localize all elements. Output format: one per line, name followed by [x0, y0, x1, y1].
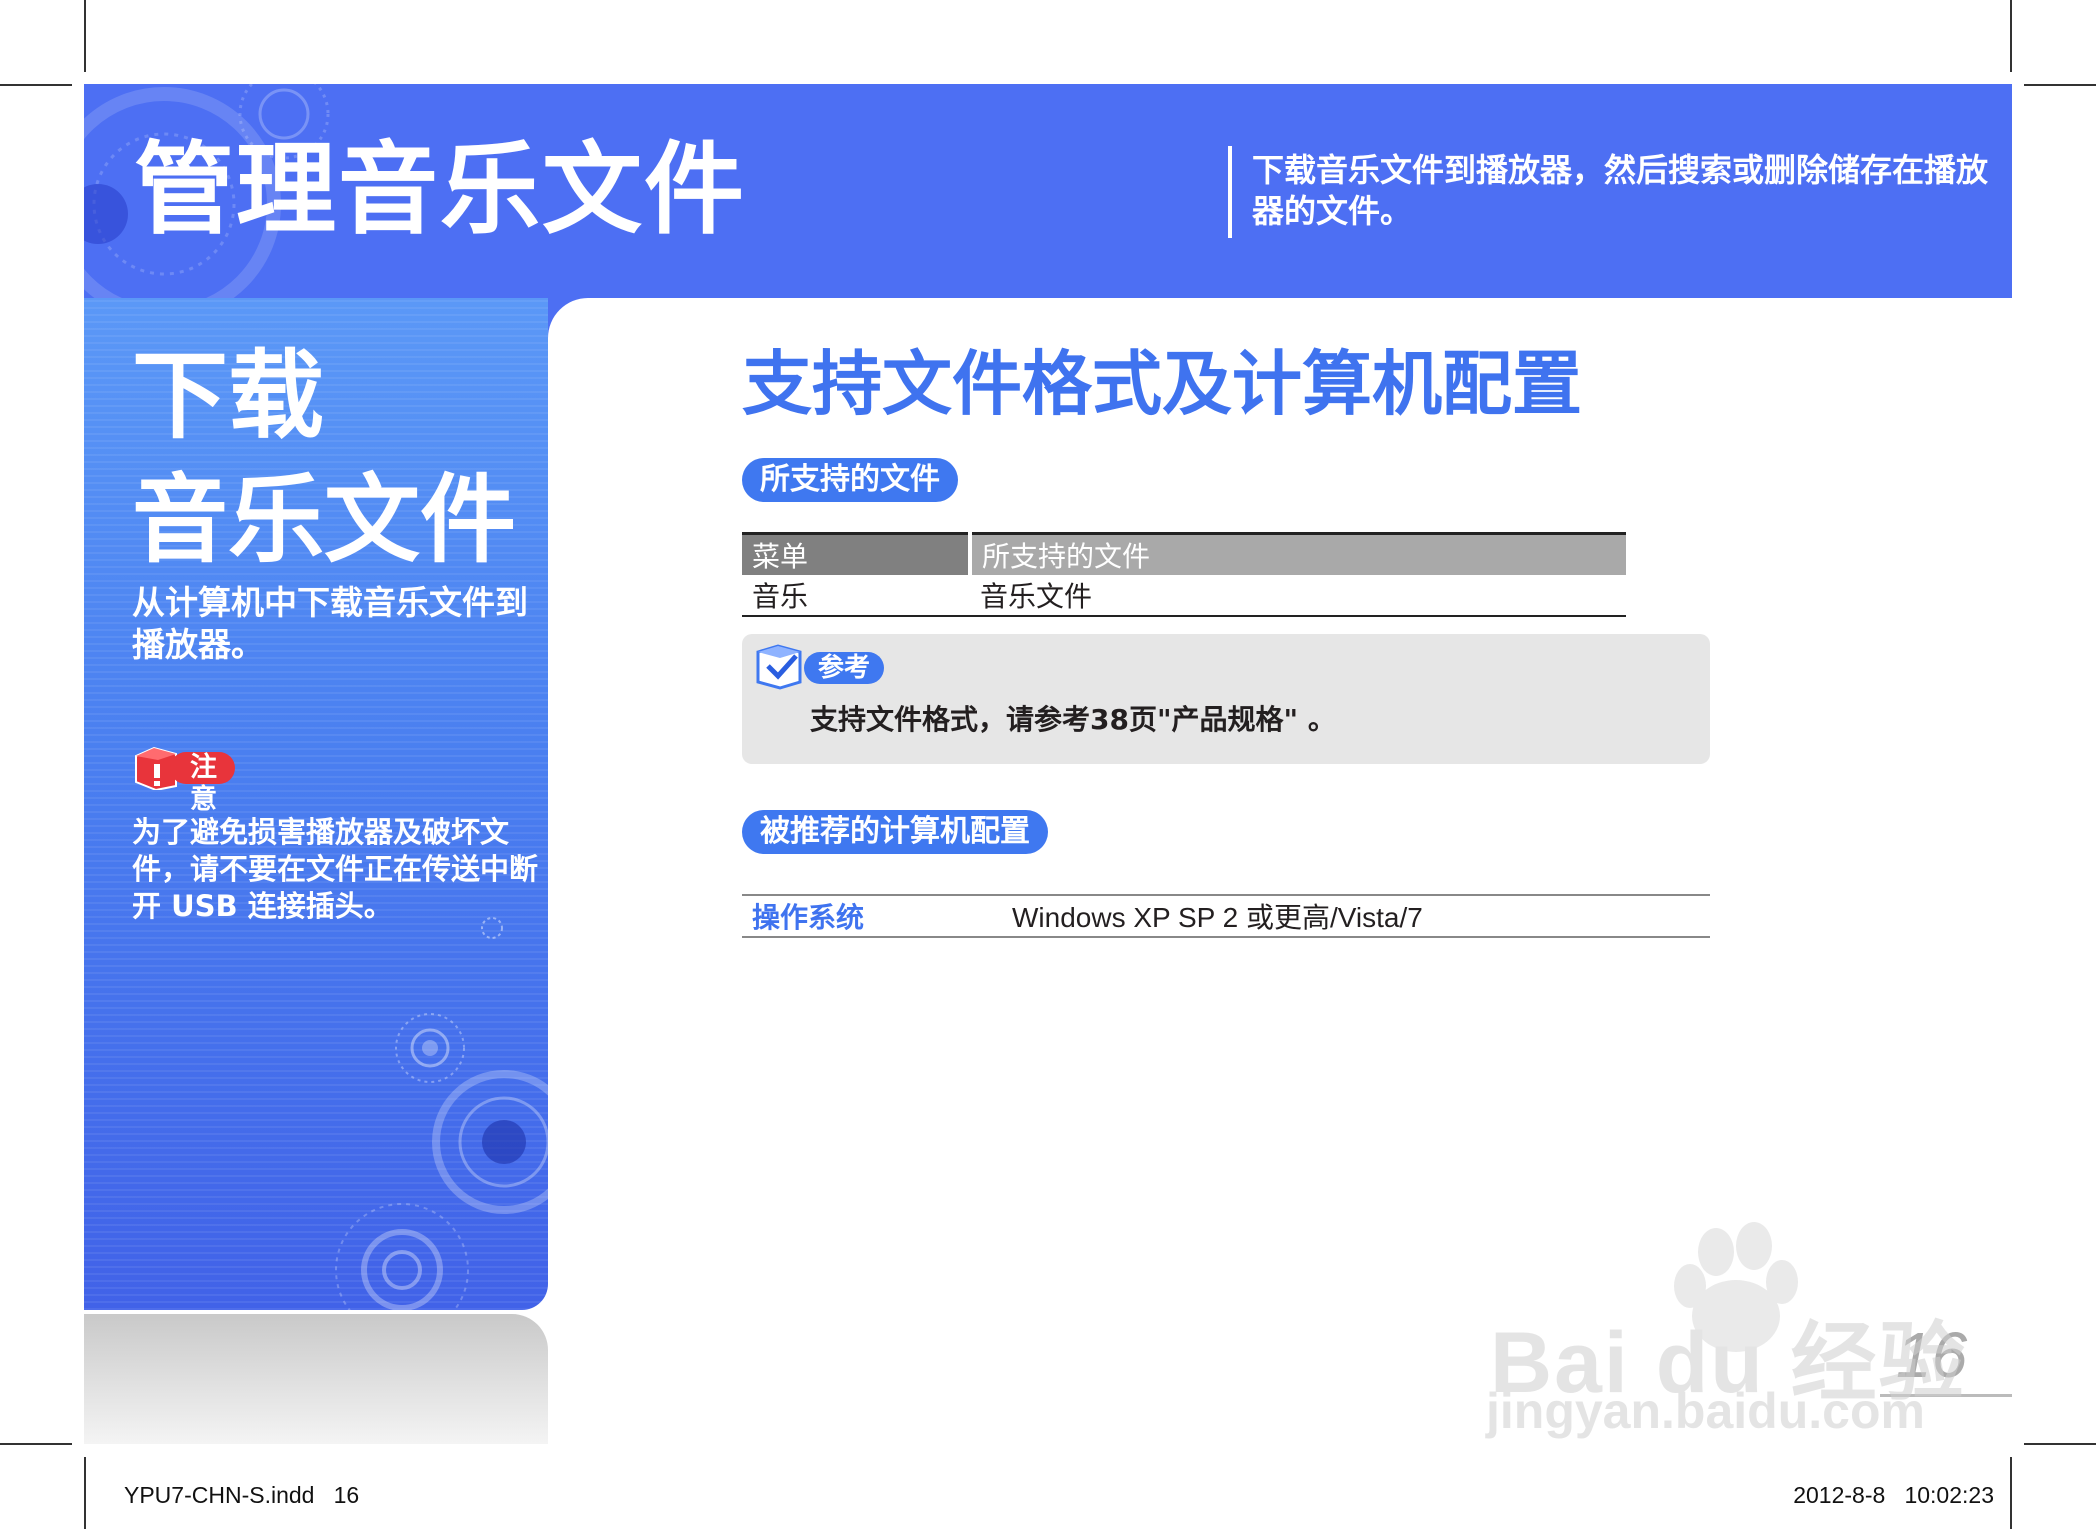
page-chapter-title: 管理音乐文件	[134, 131, 746, 248]
footer-timestamp: 2012-8-8 10:02:23	[1793, 1482, 1994, 1508]
note-box: 参考 支持文件格式，请参考38页"产品规格" 。	[742, 634, 1710, 764]
supported-files-table: 菜单 所支持的文件 音乐 音乐文件	[742, 532, 1626, 617]
recommended-config-section-label: 被推荐的计算机配置	[742, 810, 1048, 854]
watermark-url: jingyan.baidu.com	[1486, 1383, 1925, 1439]
crop-mark	[2024, 84, 2096, 86]
sidebar-heading: 下载 音乐文件	[132, 334, 516, 582]
main-title: 支持文件格式及计算机配置	[742, 343, 1582, 425]
supported-files-section-label: 所支持的文件	[742, 458, 958, 502]
header-divider	[1228, 146, 1232, 238]
sidebar: 下载 音乐文件 从计算机中下载音乐文件到播放器。 注意 为了避免损害播放器及破坏…	[84, 298, 548, 1310]
sidebar-intro: 从计算机中下载音乐文件到播放器。	[132, 583, 528, 664]
checkbox-note-icon	[756, 644, 802, 690]
crop-mark	[84, 0, 86, 72]
table-header-cell: 所支持的文件	[970, 532, 1626, 575]
caution-text: 为了避免损害播放器及破坏文件，请不要在文件正在传送中断开 USB 连接插头。	[132, 815, 539, 923]
config-value: Windows XP SP 2 或更高/Vista/7	[1002, 894, 1710, 938]
note-text: 支持文件格式，请参考38页"产品规格" 。	[810, 703, 1336, 736]
crop-mark	[2024, 1443, 2096, 1445]
header-description: 下载音乐文件到播放器，然后搜索或删除储存在播放器的文件。	[1252, 151, 1989, 230]
header-band: 管理音乐文件 下载音乐文件到播放器，然后搜索或删除储存在播放器的文件。	[84, 84, 2012, 298]
table-row: 操作系统 Windows XP SP 2 或更高/Vista/7	[742, 894, 1710, 938]
table-header-cell: 菜单	[742, 532, 972, 575]
caution-label: 注意	[170, 752, 235, 815]
note-label: 参考	[804, 652, 885, 684]
crop-mark	[2010, 1457, 2012, 1529]
crop-mark	[84, 1457, 86, 1529]
crop-mark	[0, 1443, 72, 1445]
gray-footer-block	[84, 1314, 548, 1444]
baidu-watermark-logo: Bai du 经验 jingyan.baidu.com	[1486, 1212, 1966, 1452]
config-key: 操作系统	[742, 894, 1002, 938]
table-header-row: 菜单 所支持的文件	[742, 532, 1626, 575]
sidebar-heading-line2: 音乐文件	[132, 464, 516, 576]
footer-file-slug: YPU7-CHN-S.indd 16	[124, 1482, 360, 1508]
table-row: 音乐 音乐文件	[742, 575, 1626, 617]
crop-mark	[2010, 0, 2012, 72]
table-cell: 音乐	[742, 575, 970, 617]
crop-mark	[0, 84, 72, 86]
sidebar-heading-line1: 下载	[132, 340, 324, 452]
table-cell: 音乐文件	[970, 575, 1626, 617]
recommended-config-table: 操作系统 Windows XP SP 2 或更高/Vista/7	[742, 894, 1710, 938]
